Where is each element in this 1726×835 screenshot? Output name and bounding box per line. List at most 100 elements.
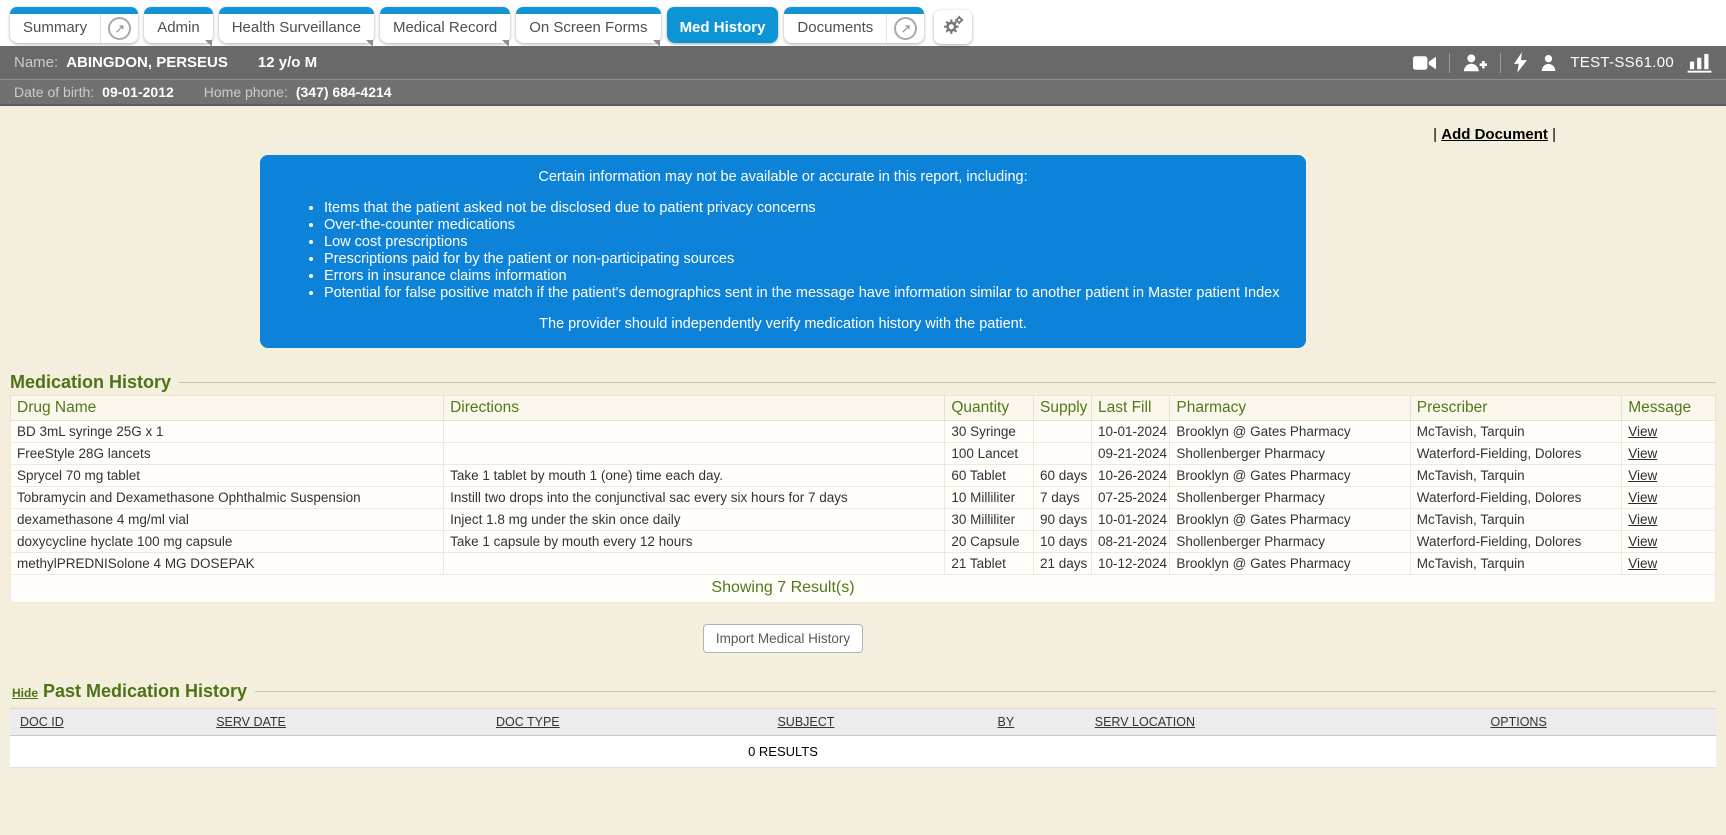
popout-wrap: ↗ xyxy=(100,14,138,43)
med-column-drug-name: Drug Name xyxy=(11,396,444,421)
med-cell-drug: FreeStyle 28G lancets xyxy=(11,443,444,465)
med-cell-message: View xyxy=(1622,531,1716,553)
med-cell-prescriber: Waterford-Fielding, Dolores xyxy=(1410,487,1621,509)
tab-row-summary: Summary↗ xyxy=(10,14,138,43)
past-column-sort-link[interactable]: SUBJECT xyxy=(777,715,834,729)
med-cell-drug: Tobramycin and Dexamethasone Ophthalmic … xyxy=(11,487,444,509)
person-icon xyxy=(1540,54,1557,71)
view-message-link[interactable]: View xyxy=(1628,534,1657,549)
past-column-subject: SUBJECT xyxy=(767,709,987,736)
pipe: | xyxy=(1552,126,1556,143)
med-cell-drug: doxycycline hyclate 100 mg capsule xyxy=(11,531,444,553)
past-medication-history-header: Hide Past Medication History xyxy=(10,681,1716,702)
med-cell-directions xyxy=(444,553,945,575)
view-message-link[interactable]: View xyxy=(1628,468,1657,483)
report-disclaimer-box: Certain information may not be available… xyxy=(260,155,1306,348)
med-column-directions: Directions xyxy=(444,396,945,421)
med-cell-pharmacy: Brooklyn @ Gates Pharmacy xyxy=(1170,421,1410,443)
tab-row-med-history: Med History xyxy=(667,14,779,43)
tab-row-health-surveillance: Health Surveillance xyxy=(219,14,374,43)
tab-health-surveillance[interactable]: Health Surveillance xyxy=(219,7,374,43)
banner-actions: TEST-SS61.00 xyxy=(1413,52,1712,73)
med-cell-message: View xyxy=(1622,443,1716,465)
dob-label: Date of birth: xyxy=(14,84,94,100)
med-column-message: Message xyxy=(1622,396,1716,421)
tab-label-med-history: Med History xyxy=(667,14,779,43)
disclaimer-bullet: Errors in insurance claims information xyxy=(324,268,1284,284)
main-content: | Add Document | Certain information may… xyxy=(0,106,1726,768)
med-column-prescriber: Prescriber xyxy=(1410,396,1621,421)
med-cell-directions: Instill two drops into the conjunctival … xyxy=(444,487,945,509)
tab-label-admin: Admin xyxy=(144,14,213,43)
med-cell-supply: 10 days xyxy=(1034,531,1092,553)
view-message-link[interactable]: View xyxy=(1628,512,1657,527)
tab-row-on-screen-forms: On Screen Forms xyxy=(516,14,660,43)
popout-icon[interactable]: ↗ xyxy=(108,17,131,40)
med-column-quantity: Quantity xyxy=(945,396,1034,421)
past-column-sort-link[interactable]: SERV LOCATION xyxy=(1095,715,1195,729)
settings-button[interactable] xyxy=(934,10,972,44)
past-column-sort-link[interactable]: DOC ID xyxy=(20,715,64,729)
tab-top-strip xyxy=(667,7,779,14)
view-message-link[interactable]: View xyxy=(1628,490,1657,505)
tab-top-strip xyxy=(219,7,374,14)
med-cell-directions: Take 1 capsule by mouth every 12 hours xyxy=(444,531,945,553)
tab-documents[interactable]: Documents↗ xyxy=(784,7,924,43)
view-message-link[interactable]: View xyxy=(1628,424,1657,439)
divider xyxy=(1449,53,1450,73)
past-column-sort-link[interactable]: BY xyxy=(998,715,1015,729)
tab-med-history[interactable]: Med History xyxy=(667,7,779,43)
video-call-button[interactable] xyxy=(1413,55,1436,71)
disclaimer-bullet: Over-the-counter medications xyxy=(324,217,1284,233)
med-cell-quantity: 10 Milliliter xyxy=(945,487,1034,509)
tab-row-medical-record: Medical Record xyxy=(380,14,510,43)
tab-medical-record[interactable]: Medical Record xyxy=(380,7,510,43)
med-cell-pharmacy: Shollenberger Pharmacy xyxy=(1170,443,1410,465)
name-label: Name: xyxy=(14,54,58,71)
tab-summary[interactable]: Summary↗ xyxy=(10,7,138,43)
view-message-link[interactable]: View xyxy=(1628,446,1657,461)
popout-icon[interactable]: ↗ xyxy=(894,17,917,40)
past-column-sort-link[interactable]: OPTIONS xyxy=(1491,715,1547,729)
past-column-sort-link[interactable]: DOC TYPE xyxy=(496,715,560,729)
tab-admin[interactable]: Admin xyxy=(144,7,213,43)
popout-wrap: ↗ xyxy=(886,14,924,43)
lightning-bolt-icon xyxy=(1514,52,1527,73)
tab-row-admin: Admin xyxy=(144,14,213,43)
med-cell-prescriber: McTavish, Tarquin xyxy=(1410,465,1621,487)
med-cell-last_fill: 10-12-2024 xyxy=(1091,553,1169,575)
alerts-button[interactable] xyxy=(1514,52,1527,73)
add-document-link[interactable]: Add Document xyxy=(1441,126,1548,143)
chart-button[interactable] xyxy=(1687,52,1712,73)
add-person-button[interactable] xyxy=(1463,53,1487,72)
med-cell-pharmacy: Brooklyn @ Gates Pharmacy xyxy=(1170,553,1410,575)
tab-on-screen-forms[interactable]: On Screen Forms xyxy=(516,7,660,43)
account-number: TEST-SS61.00 xyxy=(1570,54,1674,71)
med-cell-drug: dexamethasone 4 mg/ml vial xyxy=(11,509,444,531)
med-cell-supply xyxy=(1034,421,1092,443)
med-column-supply: Supply xyxy=(1034,396,1092,421)
hide-link[interactable]: Hide xyxy=(12,686,38,700)
med-cell-supply: 7 days xyxy=(1034,487,1092,509)
past-column-sort-link[interactable]: SERV DATE xyxy=(216,715,286,729)
med-cell-supply xyxy=(1034,443,1092,465)
med-cell-drug: Sprycel 70 mg tablet xyxy=(11,465,444,487)
view-message-link[interactable]: View xyxy=(1628,556,1657,571)
patient-banner-secondary: Date of birth: 09-01-2012 Home phone: (3… xyxy=(0,79,1726,106)
med-cell-pharmacy: Shollenberger Pharmacy xyxy=(1170,531,1410,553)
med-column-last-fill: Last Fill xyxy=(1091,396,1169,421)
past-column-serv-location: SERV LOCATION xyxy=(1085,709,1481,736)
add-document-line: | Add Document | xyxy=(10,126,1716,143)
import-wrap: Import Medical History xyxy=(10,624,1556,653)
gears-icon xyxy=(942,15,964,40)
disclaimer-bullet: Items that the patient asked not be disc… xyxy=(324,200,1284,216)
med-cell-directions xyxy=(444,421,945,443)
patient-account xyxy=(1540,54,1557,71)
med-cell-last_fill: 07-25-2024 xyxy=(1091,487,1169,509)
disclaimer-bullet: Low cost prescriptions xyxy=(324,234,1284,250)
med-cell-last_fill: 09-21-2024 xyxy=(1091,443,1169,465)
med-cell-prescriber: McTavish, Tarquin xyxy=(1410,553,1621,575)
import-medical-history-button[interactable]: Import Medical History xyxy=(703,624,863,653)
dob-value: 09-01-2012 xyxy=(102,84,174,100)
medication-row: dexamethasone 4 mg/ml vialInject 1.8 mg … xyxy=(11,509,1716,531)
